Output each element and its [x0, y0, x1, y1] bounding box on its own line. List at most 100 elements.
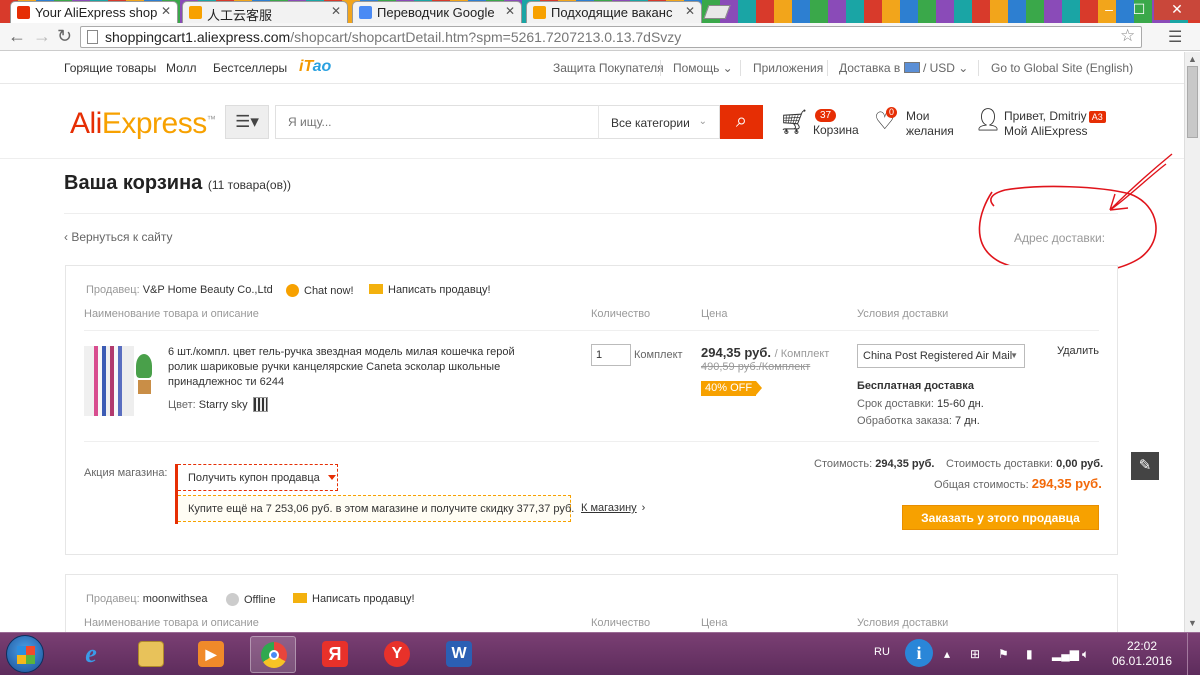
google-translate-favicon-icon	[359, 6, 372, 19]
info-notification-icon[interactable]: i	[905, 639, 933, 667]
nav-hot-deals[interactable]: Горящие товары	[64, 61, 156, 75]
user-icon[interactable]: 👤︎	[974, 107, 1002, 133]
tab-vacancies[interactable]: Подходящие ваканс ✕	[526, 1, 702, 23]
taskbar-word[interactable]: W	[436, 636, 482, 673]
network-signal-icon[interactable]: ▂▄▆	[1052, 647, 1079, 661]
divider	[84, 441, 1099, 442]
close-tab-icon[interactable]: ✕	[685, 4, 695, 18]
show-desktop-button[interactable]	[1187, 633, 1200, 675]
battery-icon[interactable]: ▮	[1026, 647, 1033, 661]
product-title-link[interactable]: 6 шт./компл. цвет гель-ручка звездная мо…	[168, 345, 543, 390]
column-header-qty: Количество	[591, 308, 651, 320]
back-to-site-link[interactable]: ‹ Вернуться к сайту	[64, 230, 172, 244]
edit-pencil-icon[interactable]: ✎	[1131, 452, 1159, 480]
back-arrow-icon[interactable]: ←	[8, 26, 26, 46]
search-icon: ⌕	[735, 110, 748, 132]
to-store-link[interactable]: К магазину ›	[581, 502, 645, 514]
page-scrollbar[interactable]: ▲ ▼	[1184, 52, 1200, 632]
windows-taskbar: e ▶ Я Y W RU i ▴ ⊞ ⚑ ▮ ▂▄▆ 🔈︎ 22:02 06.01…	[0, 632, 1200, 675]
nav-ship-to[interactable]: Доставка в / USD ⌄	[839, 61, 968, 75]
scroll-up-icon[interactable]: ▲	[1188, 54, 1197, 64]
tab-customer-service[interactable]: 人工云客服 ✕	[182, 1, 348, 23]
divider	[660, 60, 661, 76]
country-flag-icon	[903, 62, 920, 73]
caret-down-icon	[327, 475, 336, 480]
close-tab-icon[interactable]: ✕	[505, 4, 515, 18]
itao-logo[interactable]: iTao	[299, 58, 331, 76]
scroll-down-icon[interactable]: ▼	[1188, 618, 1197, 628]
tray-app-icon[interactable]: ⊞	[970, 647, 980, 661]
aliexpress-favicon-icon	[17, 6, 30, 19]
remove-item-link[interactable]: Удалить	[1057, 345, 1099, 357]
message-seller-link[interactable]: Написать продавцу!	[369, 284, 491, 296]
chat-now-link[interactable]: Chat now!	[286, 284, 354, 297]
address-bar[interactable]: shoppingcart1.aliexpress.com/shopcart/sh…	[80, 26, 1142, 48]
tab-google-translate[interactable]: Переводчик Google ✕	[352, 1, 522, 23]
divider	[978, 60, 979, 76]
red-annotation-scribble	[978, 153, 1173, 276]
cart-link[interactable]: Корзина	[813, 123, 859, 137]
category-select[interactable]: Все категории ⌄	[598, 105, 720, 139]
product-image[interactable]	[84, 346, 156, 416]
level-badge: A3	[1088, 111, 1106, 123]
nav-buyer-protection[interactable]: Защита Покупателя	[553, 61, 664, 75]
wishlist-link[interactable]: Мои желания	[906, 109, 966, 139]
seller-name-link[interactable]: moonwithsea	[143, 593, 208, 605]
tray-expand-icon[interactable]: ▴	[944, 647, 950, 661]
shipping-method-select[interactable]: China Post Registered Air Mail ▼	[857, 344, 1025, 368]
search-button[interactable]: ⌕	[720, 105, 763, 139]
nav-global-site[interactable]: Go to Global Site (English)	[991, 61, 1133, 75]
offline-icon	[226, 593, 239, 606]
input-language[interactable]: RU	[874, 646, 890, 658]
unit-price: 294,35 руб. / Комплект	[701, 345, 830, 360]
close-tab-icon[interactable]: ✕	[331, 4, 341, 18]
vacancies-favicon-icon	[533, 6, 546, 19]
new-tab-button[interactable]	[703, 5, 731, 19]
taskbar-yandex[interactable]: Я	[312, 636, 358, 673]
volume-icon[interactable]: 🔈︎	[1082, 647, 1089, 662]
folder-icon	[138, 641, 164, 667]
browser-menu-icon[interactable]: ☰	[1168, 27, 1182, 47]
column-header-price: Цена	[701, 617, 728, 629]
column-header-name: Наименование товара и описание	[84, 617, 259, 629]
nav-apps[interactable]: Приложения	[753, 61, 823, 75]
taskbar-chrome[interactable]	[250, 636, 296, 673]
divider	[827, 60, 828, 76]
chevron-down-icon: ⌄	[698, 116, 707, 127]
get-coupon-button[interactable]: Получить купон продавца	[178, 464, 338, 491]
seller-name-link[interactable]: V&P Home Beauty Co.,Ltd	[143, 284, 273, 296]
nav-help[interactable]: Помощь ⌄	[673, 61, 733, 75]
scroll-thumb[interactable]	[1187, 66, 1198, 138]
start-button[interactable]	[6, 635, 44, 673]
taskbar-explorer[interactable]	[128, 636, 174, 673]
close-window-icon[interactable]: ✕	[1154, 0, 1200, 20]
categories-menu-button[interactable]: ☰▾	[225, 105, 269, 139]
seller-cart-card: Продавец: V&P Home Beauty Co.,Ltd Chat n…	[65, 265, 1118, 555]
maximize-icon[interactable]: ☐	[1124, 0, 1154, 20]
minimize-icon[interactable]: –	[1094, 0, 1124, 20]
bookmark-star-icon[interactable]: ☆	[1120, 26, 1135, 46]
divider	[740, 60, 741, 76]
account-menu[interactable]: Привет, Dmitriy A3 Мой AliExpress	[1004, 109, 1106, 139]
seller-info: Продавец: moonwithsea	[86, 593, 208, 605]
seller-offline-status: Offline	[226, 593, 276, 606]
taskbar-yandex-browser[interactable]: Y	[374, 636, 420, 673]
tab-aliexpress-shop[interactable]: Your AliExpress shop ✕	[10, 1, 178, 23]
nav-mall[interactable]: Молл	[166, 61, 197, 75]
browser-tab-bar: Your AliExpress shop ✕ 人工云客服 ✕ Переводчи…	[0, 0, 1200, 23]
cart-icon[interactable]: 🛒︎	[779, 108, 809, 137]
message-seller-link[interactable]: Написать продавцу!	[293, 593, 415, 605]
close-tab-icon[interactable]: ✕	[161, 4, 171, 18]
quantity-input[interactable]: 1	[591, 344, 631, 366]
taskbar-media-player[interactable]: ▶	[188, 636, 234, 673]
taskbar-internet-explorer[interactable]: e	[68, 636, 114, 673]
tray-flag-icon[interactable]: ⚑	[998, 647, 1009, 661]
nav-bestsellers[interactable]: Бестселлеры	[213, 61, 287, 75]
discount-badge: 40% OFF	[701, 381, 763, 396]
chrome-icon	[261, 642, 287, 668]
order-from-seller-button[interactable]: Заказать у этого продавца	[902, 505, 1099, 530]
aliexpress-logo[interactable]: AliExpress™	[70, 107, 216, 141]
forward-arrow-icon[interactable]: →	[33, 26, 51, 46]
system-clock[interactable]: 22:02 06.01.2016	[1112, 639, 1172, 669]
reload-icon[interactable]: ↻	[57, 26, 72, 46]
